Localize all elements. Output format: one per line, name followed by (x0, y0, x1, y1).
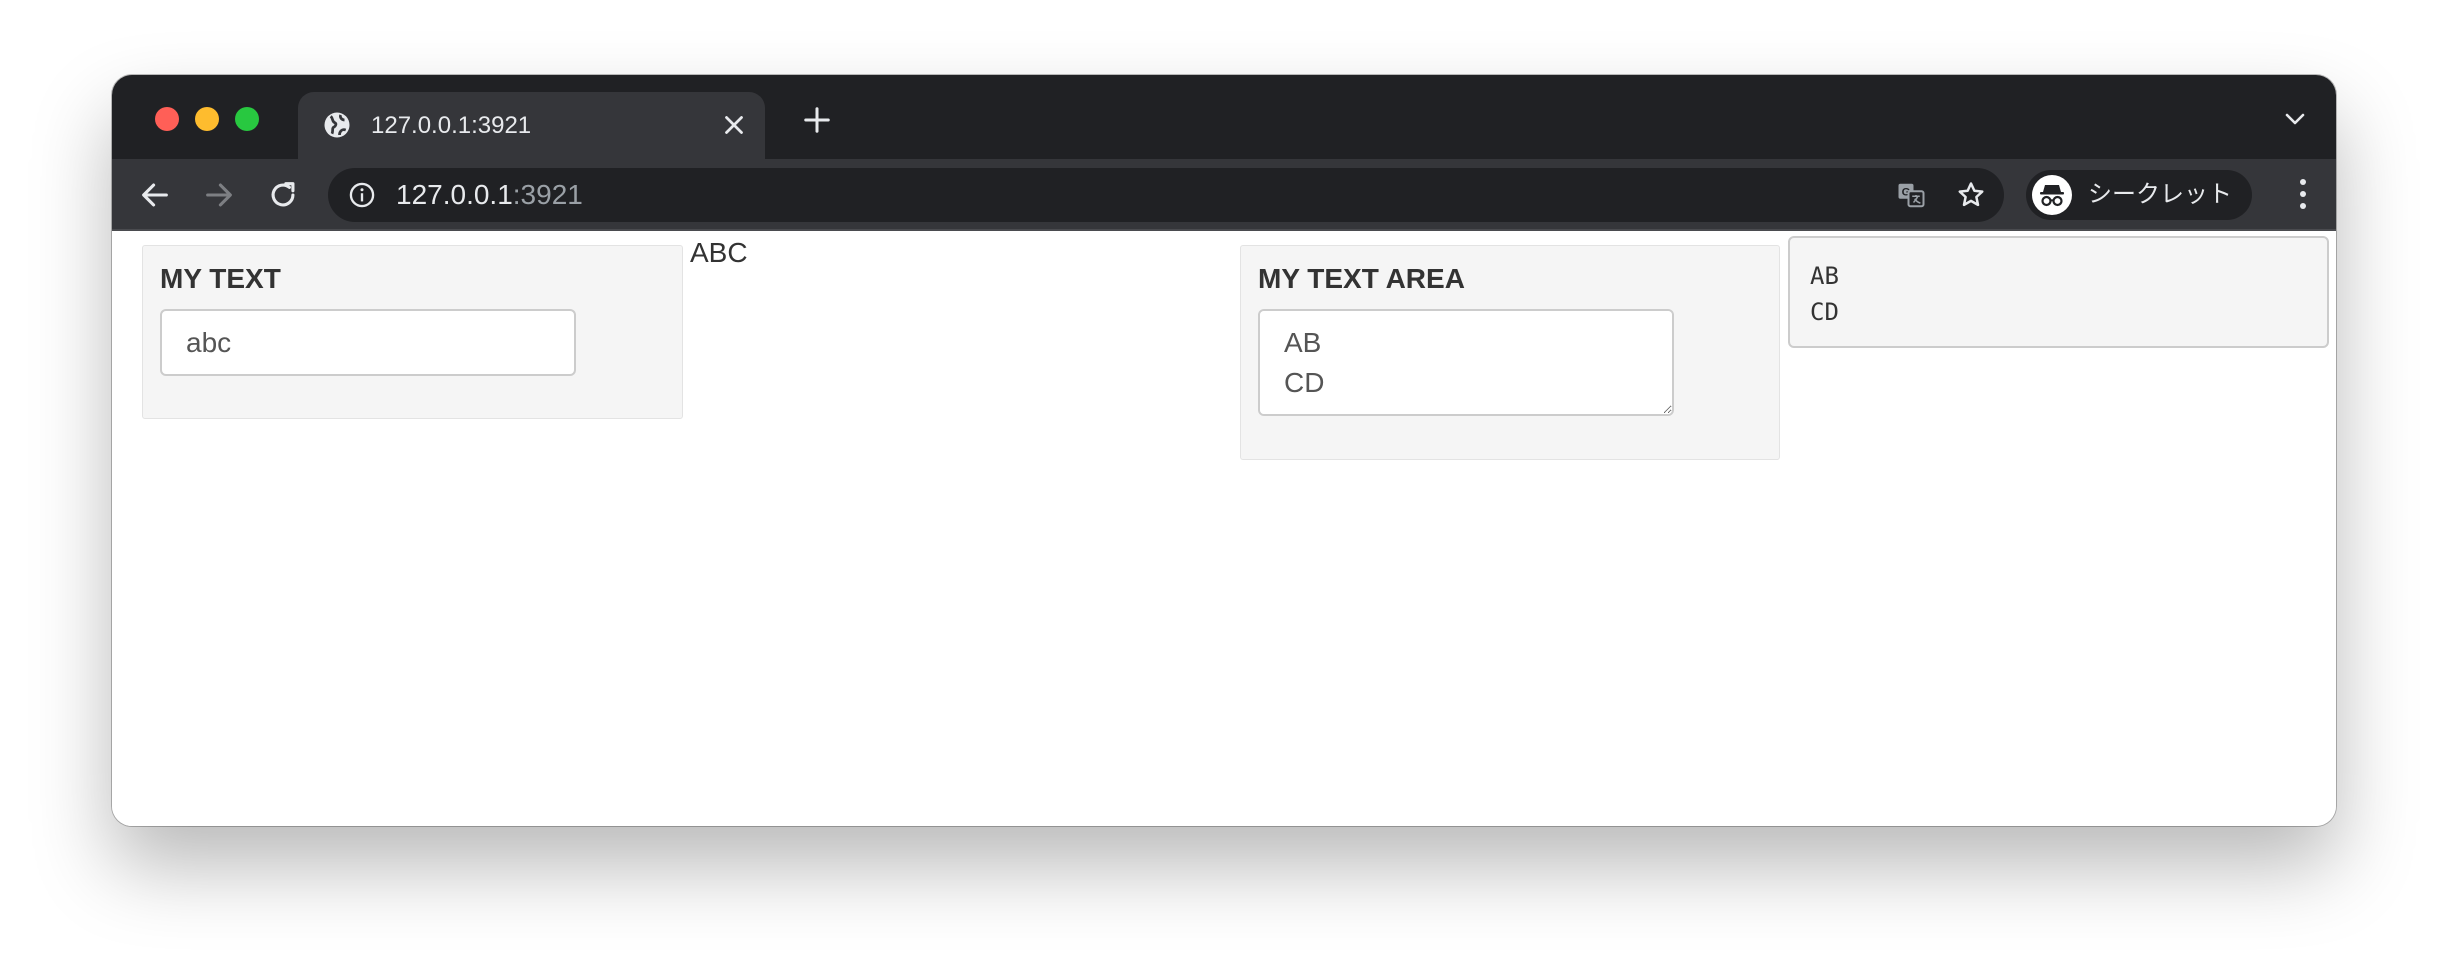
tab-title: 127.0.0.1:3921 (371, 112, 532, 139)
incognito-profile-button[interactable]: シークレット (2026, 170, 2252, 220)
info-icon[interactable] (348, 181, 376, 209)
minimize-window-button[interactable] (195, 107, 219, 131)
address-bar[interactable]: 127.0.0.1:3921 G (328, 168, 2004, 222)
tab-active[interactable]: 127.0.0.1:3921 (298, 92, 765, 159)
tab-strip: 127.0.0.1:3921 (112, 75, 2336, 159)
url-text: 127.0.0.1:3921 (396, 168, 583, 222)
verbatim-output: AB CD (1788, 236, 2329, 348)
new-tab-icon[interactable] (802, 105, 832, 135)
textarea-label: MY TEXT AREA (1258, 263, 1465, 294)
forward-icon[interactable] (202, 178, 236, 212)
text-input[interactable] (160, 309, 576, 376)
avatar (2032, 175, 2072, 215)
incognito-icon (2040, 185, 2064, 207)
maximize-window-button[interactable] (235, 107, 259, 131)
back-icon[interactable] (138, 178, 172, 212)
text-output: ABC (690, 237, 748, 268)
translate-icon[interactable]: G (1896, 180, 1926, 210)
browser-window: 127.0.0.1:3921 127.0.0.1:3921 G シークレット M… (112, 75, 2336, 826)
url-host: 127.0.0.1 (396, 179, 513, 210)
close-icon[interactable] (719, 110, 749, 140)
url-port: :3921 (512, 179, 583, 210)
chevron-down-icon[interactable] (2284, 111, 2306, 127)
textarea-input[interactable]: AB CD (1258, 309, 1674, 416)
text-input-label: MY TEXT (160, 263, 281, 294)
page-content: MY TEXT ABC MY TEXT AREA AB CD AB CD (112, 233, 2336, 826)
reload-icon[interactable] (266, 178, 300, 212)
browser-toolbar: 127.0.0.1:3921 G シークレット (112, 159, 2336, 231)
textarea-panel: MY TEXT AREA AB CD (1240, 245, 1780, 460)
text-input-panel: MY TEXT (142, 245, 683, 419)
globe-icon (324, 112, 350, 138)
close-window-button[interactable] (155, 107, 179, 131)
bookmark-star-icon[interactable] (1956, 180, 1986, 210)
more-menu-icon[interactable] (2298, 177, 2308, 211)
profile-label: シークレット (2088, 181, 2232, 208)
